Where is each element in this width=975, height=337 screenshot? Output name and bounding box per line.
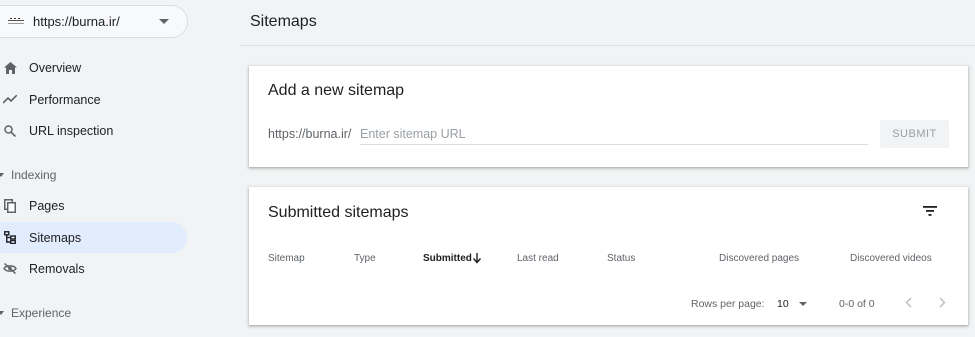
sidebar-item-overview[interactable]: Overview: [0, 52, 187, 83]
collapse-triangle-icon: [0, 173, 4, 177]
caret-down-icon[interactable]: [159, 19, 169, 24]
section-label: Experience: [11, 306, 72, 320]
column-header-last-read[interactable]: Last read: [517, 253, 559, 264]
property-selector[interactable]: https://burna.ir/: [0, 5, 188, 38]
main-content: Sitemaps Add a new sitemap https://burna…: [240, 0, 975, 337]
column-header-submitted[interactable]: Submitted: [423, 253, 472, 264]
chevron-down-icon: [798, 302, 807, 306]
sidebar-item-pages[interactable]: Pages: [0, 190, 187, 221]
sidebar-item-label: Overview: [29, 60, 82, 75]
submitted-sitemaps-card: Submitted sitemaps Sitemap Type Submitte…: [249, 187, 968, 325]
column-header-type[interactable]: Type: [354, 253, 376, 264]
sidebar-item-label: Performance: [29, 92, 101, 107]
next-page-icon[interactable]: [935, 295, 949, 309]
previous-page-icon[interactable]: [901, 295, 915, 309]
property-url: https://burna.ir/: [33, 14, 120, 29]
section-experience[interactable]: Experience: [0, 306, 71, 320]
pagination-range: 0-0 of 0: [839, 298, 875, 310]
submitted-sitemaps-title: Submitted sitemaps: [268, 204, 409, 221]
section-indexing[interactable]: Indexing: [0, 168, 56, 182]
trending-up-icon: [3, 93, 17, 107]
collapse-triangle-icon: [0, 311, 4, 315]
section-label: Indexing: [11, 168, 57, 182]
sitemap-icon: [3, 231, 17, 245]
sitemap-url-prefix: https://burna.ir/: [268, 127, 352, 141]
column-header-sitemap[interactable]: Sitemap: [268, 253, 305, 264]
add-sitemap-card: Add a new sitemap https://burna.ir/ SUBM…: [249, 66, 968, 167]
sidebar-item-label: Removals: [29, 261, 85, 276]
visibility-off-icon: [3, 262, 17, 276]
sidebar-item-url-inspection[interactable]: URL inspection: [0, 115, 187, 146]
rows-per-page-select[interactable]: 10: [777, 297, 811, 311]
home-icon: [3, 61, 17, 75]
column-header-discovered-pages[interactable]: Discovered pages: [719, 253, 799, 264]
sidebar-item-removals[interactable]: Removals: [0, 253, 187, 284]
sidebar: https://burna.ir/ Overview Performance U…: [0, 0, 240, 337]
header-divider: [240, 45, 975, 46]
submit-button[interactable]: SUBMIT: [880, 120, 949, 148]
rows-per-page-label: Rows per page:: [691, 298, 765, 310]
sidebar-item-sitemaps[interactable]: Sitemaps: [0, 222, 187, 253]
sort-arrow-down-icon[interactable]: [472, 251, 482, 269]
page-title: Sitemaps: [250, 13, 317, 30]
column-header-discovered-videos[interactable]: Discovered videos: [850, 253, 932, 264]
sidebar-item-label: Sitemaps: [29, 230, 82, 245]
sidebar-item-label: URL inspection: [29, 123, 114, 138]
column-header-status[interactable]: Status: [607, 253, 635, 264]
sitemap-url-input[interactable]: [360, 123, 868, 145]
sidebar-item-label: Pages: [29, 198, 65, 213]
search-icon: [3, 124, 17, 138]
site-favicon-icon: [8, 17, 24, 27]
pages-icon: [3, 198, 17, 213]
filter-icon[interactable]: [921, 204, 939, 218]
add-sitemap-title: Add a new sitemap: [268, 82, 405, 99]
rows-per-page-value: 10: [777, 298, 789, 310]
sidebar-item-performance[interactable]: Performance: [0, 84, 187, 115]
